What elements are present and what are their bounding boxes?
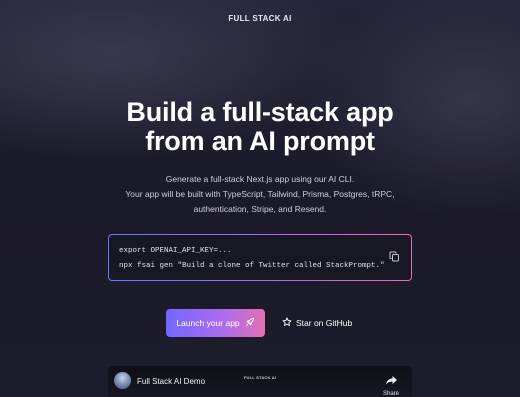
hero-headline: Build a full-stack app from an AI prompt xyxy=(0,98,520,156)
launch-app-label: Launch your app xyxy=(176,318,240,328)
code-line-1: export OPENAI_API_KEY=... xyxy=(119,247,232,255)
share-arrow-icon xyxy=(385,372,397,389)
video-share-button[interactable]: Share xyxy=(380,372,402,397)
hero-description: Generate a full-stack Next.js app using … xyxy=(0,172,520,217)
star-on-github-label: Star on GitHub xyxy=(296,318,353,328)
code-block: export OPENAI_API_KEY=... npx fsai gen "… xyxy=(109,235,411,280)
demo-video-embed[interactable]: Full Stack AI Demo FULL STACK AI Share xyxy=(108,366,412,397)
description-line-2: Your app will be built with TypeScript, … xyxy=(125,189,395,199)
video-embedded-brand: FULL STACK AI xyxy=(243,375,277,380)
copy-icon[interactable] xyxy=(389,251,400,262)
share-label: Share xyxy=(382,391,399,397)
brand-logo-text[interactable]: FULL STACK AI xyxy=(0,14,520,23)
launch-app-button[interactable]: Launch your app xyxy=(166,309,265,337)
landing-page: FULL STACK AI Build a full-stack app fro… xyxy=(0,0,520,397)
code-block-border: export OPENAI_API_KEY=... npx fsai gen "… xyxy=(108,234,412,281)
headline-line-2: from an AI prompt xyxy=(145,126,375,156)
rocket-icon xyxy=(245,317,255,329)
code-line-2: npx fsai gen "Build a clone of Twitter c… xyxy=(119,262,385,270)
star-icon xyxy=(282,317,292,329)
description-line-1: Generate a full-stack Next.js app using … xyxy=(165,174,355,184)
headline-line-1: Build a full-stack app xyxy=(126,97,394,127)
star-on-github-button[interactable]: Star on GitHub xyxy=(276,309,360,337)
description-line-3: authentication, Stripe, and Resend. xyxy=(193,204,327,214)
